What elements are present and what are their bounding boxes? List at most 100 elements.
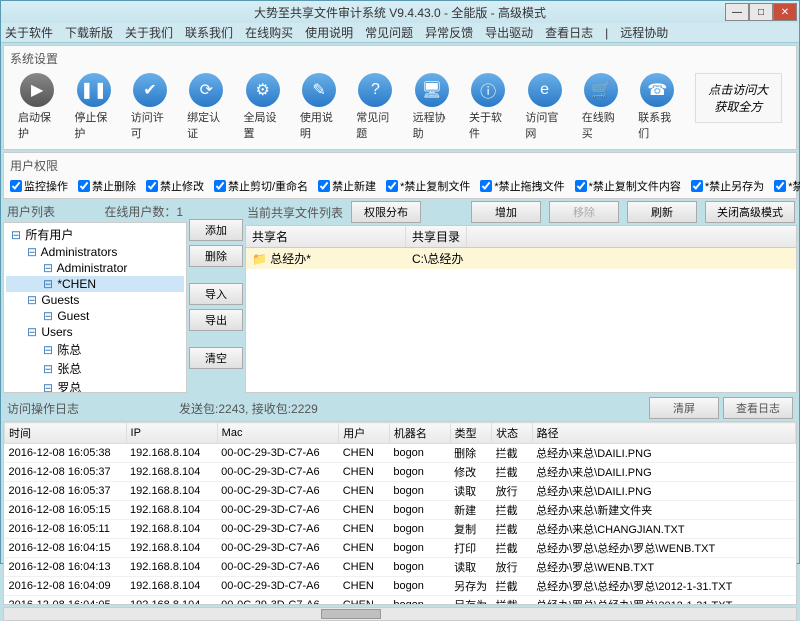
remove-share-button[interactable]: 移除 [549,201,619,223]
add-share-button[interactable]: 增加 [471,201,541,223]
tree-node[interactable]: ⊟ 陈总 [6,340,184,359]
tree-icon: ⊟ [42,343,54,357]
minimize-button[interactable]: — [725,3,749,21]
log-row[interactable]: 2016-12-08 16:04:05192.168.8.10400-0C-29… [5,596,796,606]
menu-item[interactable]: 导出驱动 [485,24,533,41]
tree-node[interactable]: ⊟ Users [6,324,184,340]
log-row[interactable]: 2016-12-08 16:04:09192.168.8.10400-0C-29… [5,577,796,596]
tree-node[interactable]: ⊟ Guest [6,308,184,324]
tool-icon: ⚙ [246,73,280,107]
maximize-button[interactable]: □ [749,3,773,21]
clear-button[interactable]: 清空 [189,347,243,369]
add-user-button[interactable]: 添加 [189,219,243,241]
menu-item[interactable]: 异常反馈 [425,24,473,41]
menu-item[interactable]: 常见问题 [365,24,413,41]
share-row[interactable]: 📁 总经办*C:\总经办 [246,248,796,269]
tool-icon: e [528,73,562,107]
tree-icon: ⊟ [26,293,38,307]
titlebar: 大势至共享文件审计系统 V9.4.43.0 - 全能版 - 高级模式 — □ ✕ [1,1,799,23]
tool-访问官网[interactable]: e访问官网 [525,73,563,141]
tool-全局设置[interactable]: ⚙全局设置 [244,73,282,141]
log-col: Mac [217,423,339,444]
perm-*禁止另存为[interactable]: *禁止另存为 [691,178,764,194]
tree-node[interactable]: ⊟ 张总 [6,359,184,378]
log-table[interactable]: 时间IPMac用户机器名类型状态路径2016-12-08 16:05:38192… [3,421,797,605]
tree-node[interactable]: ⊟ Administrators [6,244,184,260]
tool-icon: ☎ [640,73,674,107]
menu-item[interactable]: 远程协助 [620,24,668,41]
share-col: 共享目录 [406,226,467,247]
tool-启动保护[interactable]: ▶启动保护 [18,73,56,141]
tool-使用说明[interactable]: ✎使用说明 [300,73,338,141]
tool-联系我们[interactable]: ☎联系我们 [638,73,676,141]
log-row[interactable]: 2016-12-08 16:04:15192.168.8.10400-0C-29… [5,539,796,558]
perm-禁止剪切/重命名[interactable]: 禁止剪切/重命名 [214,178,308,194]
userlist-label: 用户列表 [7,203,55,220]
tool-远程协助[interactable]: 🖥远程协助 [413,73,451,141]
export-button[interactable]: 导出 [189,309,243,331]
import-button[interactable]: 导入 [189,283,243,305]
perm-*禁止打印[interactable]: *禁止打印 [774,178,800,194]
refresh-button[interactable]: 刷新 [627,201,697,223]
log-col: 类型 [450,423,492,444]
perm-*禁止拖拽文件[interactable]: *禁止拖拽文件 [480,178,564,194]
log-col: 状态 [492,423,533,444]
tool-icon: 🛒 [584,73,618,107]
close-advanced-button[interactable]: 关闭高级模式 [705,201,795,223]
tree-node[interactable]: ⊟ 罗总 [6,378,184,393]
menu-item[interactable]: 下载新版 [65,24,113,41]
online-count: 在线用户数：1 [104,203,183,220]
menu-item[interactable]: 关于我们 [125,24,173,41]
log-row[interactable]: 2016-12-08 16:05:15192.168.8.10400-0C-29… [5,501,796,520]
perm-监控操作[interactable]: 监控操作 [10,178,68,194]
tool-关于软件[interactable]: ⓘ关于软件 [469,73,507,141]
tree-node[interactable]: ⊟ *CHEN [6,276,184,292]
menu-item[interactable]: 查看日志 [545,24,593,41]
log-row[interactable]: 2016-12-08 16:05:37192.168.8.10400-0C-29… [5,482,796,501]
log-row[interactable]: 2016-12-08 16:05:37192.168.8.10400-0C-29… [5,463,796,482]
tool-在线购买[interactable]: 🛒在线购买 [582,73,620,141]
tool-常见问题[interactable]: ?常见问题 [356,73,394,141]
horizontal-scrollbar[interactable] [3,607,797,621]
log-row[interactable]: 2016-12-08 16:05:11192.168.8.10400-0C-29… [5,520,796,539]
tool-停止保护[interactable]: ❚❚停止保护 [74,73,112,141]
tool-icon: ✔ [133,73,167,107]
log-col: 用户 [339,423,390,444]
log-row[interactable]: 2016-12-08 16:05:38192.168.8.10400-0C-29… [5,444,796,463]
share-col: 共享名 [246,226,406,247]
promo-banner[interactable]: 点击访问大获取全方 [695,73,782,123]
close-button[interactable]: ✕ [773,3,797,21]
delete-user-button[interactable]: 删除 [189,245,243,267]
shares-table[interactable]: 共享名共享目录 📁 总经办*C:\总经办 [245,225,797,393]
user-tree[interactable]: ⊟ 所有用户⊟ Administrators⊟ Administrator⊟ *… [3,222,187,393]
menu-item[interactable]: 使用说明 [305,24,353,41]
log-row[interactable]: 2016-12-08 16:04:13192.168.8.10400-0C-29… [5,558,796,577]
menu-item[interactable]: 在线购买 [245,24,293,41]
perm-*禁止复制文件内容[interactable]: *禁止复制文件内容 [575,178,681,194]
tree-node[interactable]: ⊟ Guests [6,292,184,308]
tool-访问许可[interactable]: ✔访问许可 [131,73,169,141]
tree-node[interactable]: ⊟ Administrator [6,260,184,276]
user-permissions-label: 用户权限 [10,157,790,174]
perm-禁止新建[interactable]: 禁止新建 [318,178,376,194]
perm-禁止修改[interactable]: 禁止修改 [146,178,204,194]
tree-node[interactable]: ⊟ 所有用户 [6,225,184,244]
tool-icon: ▶ [20,73,54,107]
tool-icon: ⟳ [189,73,223,107]
tree-icon: ⊟ [26,245,38,259]
perm-禁止删除[interactable]: 禁止删除 [78,178,136,194]
shares-label: 当前共享文件列表 [247,204,343,221]
perm-*禁止复制文件[interactable]: *禁止复制文件 [386,178,470,194]
menu-item[interactable]: 联系我们 [185,24,233,41]
view-log-button[interactable]: 查看日志 [723,397,793,419]
log-col: 机器名 [389,423,450,444]
menubar: 关于软件下载新版关于我们联系我们在线购买使用说明常见问题异常反馈导出驱动查看日志… [1,23,799,43]
menu-item[interactable]: 关于软件 [5,24,53,41]
perm-dist-button[interactable]: 权限分布 [351,201,421,223]
window-title: 大势至共享文件审计系统 V9.4.43.0 - 全能版 - 高级模式 [254,4,546,21]
tool-icon: ❚❚ [77,73,111,107]
clear-log-button[interactable]: 清屏 [649,397,719,419]
tool-绑定认证[interactable]: ⟳绑定认证 [187,73,225,141]
tool-icon: ⓘ [471,73,505,107]
system-settings-panel: 系统设置 ▶启动保护❚❚停止保护✔访问许可⟳绑定认证⚙全局设置✎使用说明?常见问… [3,45,797,150]
